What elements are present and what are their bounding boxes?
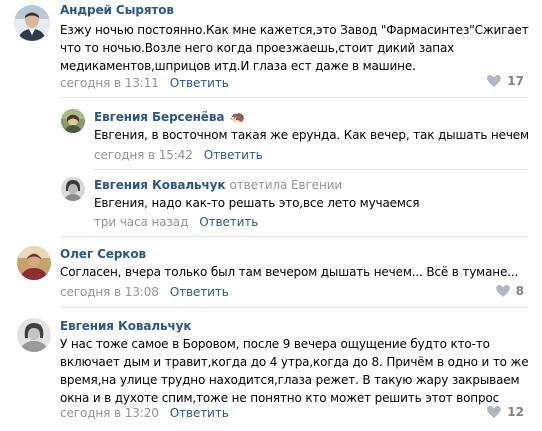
avatar-photo — [17, 246, 51, 280]
reply-button[interactable]: Ответить — [170, 285, 229, 299]
like-count: 17 — [507, 74, 524, 88]
comment-text-line: что то ночью.Возле него когда проезжаешь… — [60, 41, 455, 55]
comment-text: Евгения, в восточном такая же ерунда. Ка… — [94, 126, 529, 144]
comment-meta: три часа назад Ответить — [94, 215, 258, 229]
comment-text-line: медикаментов,шприцов итд.И глаза ест даж… — [60, 59, 416, 73]
comment-text: Согласен, вчера только был там вечером д… — [60, 263, 518, 281]
comment-meta: сегодня в 13:08 Ответить — [60, 285, 229, 299]
avatar-photo — [61, 177, 85, 201]
reply-button[interactable]: Ответить — [170, 76, 229, 90]
comment-text-line: Евгения, в восточном такая же ерунда. Ка… — [94, 128, 529, 142]
comment-time[interactable]: сегодня в 13:20 — [60, 406, 159, 420]
comment-time[interactable]: сегодня в 15:42 — [94, 148, 193, 162]
like-count: 8 — [515, 284, 524, 298]
reply-to-label[interactable]: ответила Евгении — [230, 178, 343, 192]
like-button[interactable]: 8 — [495, 284, 524, 298]
comment-text-line: включает дым и травит,когда до 4 утра,ко… — [60, 355, 529, 369]
divider — [60, 236, 528, 237]
avatar-photo — [14, 5, 50, 41]
comment-text-line: Согласен, вчера только был там вечером д… — [60, 265, 519, 279]
comment-author[interactable]: Евгения Берсенёва 🦔 — [94, 110, 245, 124]
comment-time[interactable]: сегодня в 13:08 — [60, 285, 159, 299]
divider — [60, 307, 528, 308]
avatar[interactable] — [61, 109, 85, 133]
author-name[interactable]: Евгения Берсенёва — [94, 110, 224, 124]
divider — [60, 97, 528, 98]
comment-text-line: время,на улице трудно находится,глаза ре… — [60, 373, 520, 387]
avatar[interactable] — [17, 318, 51, 352]
comment-text-line: У нас тоже самое в Боровом, после 9 вече… — [60, 337, 490, 351]
like-count: 12 — [507, 405, 524, 419]
comment-text: У нас тоже самое в Боровом, после 9 вече… — [60, 335, 529, 407]
comment-text: Евгения, надо как-то решать это,все лето… — [94, 194, 419, 212]
like-button[interactable]: 17 — [487, 74, 524, 88]
comment-author[interactable]: Евгения Ковальчук — [60, 319, 192, 333]
avatar-photo — [61, 109, 85, 133]
comment-text-line: Евгения, надо как-то решать это,все лето… — [94, 196, 420, 210]
hedgehog-emoji: 🦔 — [230, 110, 246, 124]
comment-author[interactable]: Андрей Сырятов — [60, 3, 174, 17]
reply-button[interactable]: Ответить — [199, 215, 258, 229]
avatar[interactable] — [17, 246, 51, 280]
divider — [94, 169, 528, 170]
comment-text: Езжу ночью постоянно.Как мне кажется,это… — [60, 21, 529, 75]
comment-author: Евгения Ковальчук ответила Евгении — [94, 178, 342, 192]
comment-text-line: окна и в духоте спим,тоже не понятно кто… — [60, 391, 500, 405]
comment-time[interactable]: три часа назад — [94, 215, 188, 229]
like-button[interactable]: 12 — [487, 405, 524, 419]
comment-meta: сегодня в 13:11 Ответить — [60, 76, 229, 90]
author-name[interactable]: Евгения Ковальчук — [94, 178, 226, 192]
avatar[interactable] — [14, 5, 50, 41]
heart-icon — [487, 406, 502, 418]
heart-icon — [487, 75, 502, 87]
avatar[interactable] — [61, 177, 85, 201]
heart-icon — [495, 285, 510, 297]
comment-meta: сегодня в 13:20 Ответить — [60, 406, 229, 420]
comment-text-line: Езжу ночью постоянно.Как мне кажется,это… — [60, 23, 529, 37]
comment-author[interactable]: Олег Серков — [60, 247, 146, 261]
reply-button[interactable]: Ответить — [204, 148, 263, 162]
reply-button[interactable]: Ответить — [170, 406, 229, 420]
avatar-photo — [17, 318, 51, 352]
comment-meta: сегодня в 15:42 Ответить — [94, 148, 263, 162]
comment-time[interactable]: сегодня в 13:11 — [60, 76, 159, 90]
